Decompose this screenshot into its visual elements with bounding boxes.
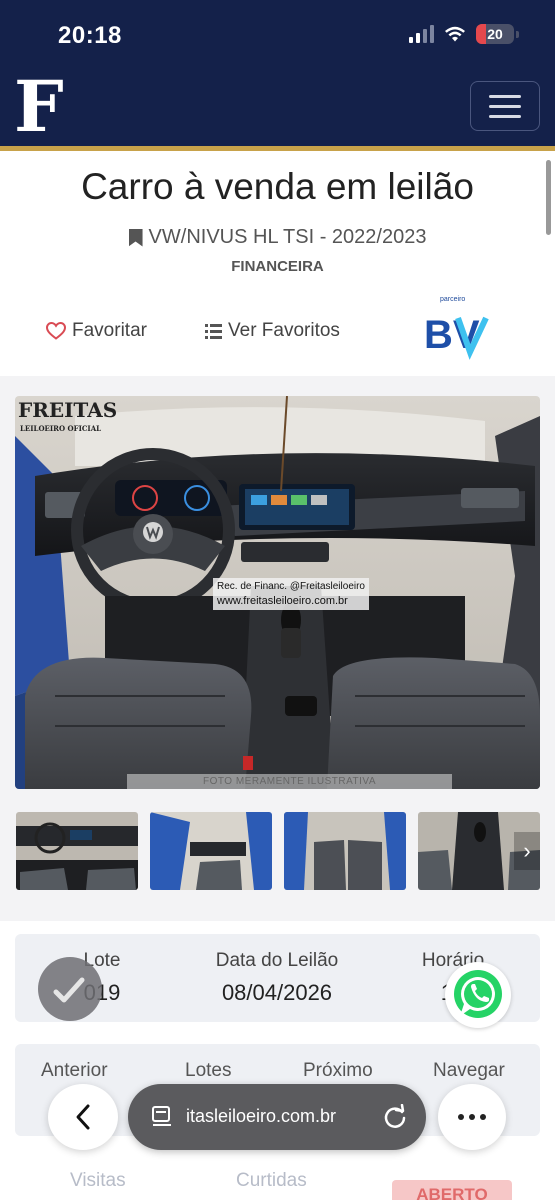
photo-caption-line2: www.freitasleiloeiro.com.br	[217, 595, 348, 607]
heart-icon	[46, 322, 66, 340]
lots-link[interactable]: Lotes	[185, 1060, 231, 1082]
thumbnail-2[interactable]	[150, 812, 272, 890]
photo-caption: Rec. de Financ. @Freitasleiloeiro www.fr…	[213, 578, 369, 610]
main-vehicle-photo[interactable]: FREITAS LEILOEIRO OFICIAL Rec. de Financ…	[15, 396, 540, 789]
view-favorites-link[interactable]: Ver Favoritos	[205, 320, 340, 342]
list-icon	[205, 323, 222, 339]
vehicle-name: VW/NIVUS HL TSI - 2022/2023	[148, 226, 427, 248]
browse-link[interactable]: Navegar	[433, 1060, 505, 1082]
previous-lot-link[interactable]: Anterior	[41, 1060, 108, 1082]
page-title: Carro à venda em leilão	[81, 166, 474, 207]
cellular-signal-icon	[409, 25, 434, 43]
illustrative-note: FOTO MERAMENTE ILUSTRATIVA	[127, 774, 452, 789]
watermark-name: FREITAS	[18, 398, 118, 422]
hamburger-menu-button[interactable]	[470, 81, 540, 131]
status-icons: 20	[409, 24, 519, 44]
chevron-left-icon	[76, 1104, 90, 1130]
site-header: 20:18 20 F	[0, 0, 555, 146]
partner-label: parceiro	[440, 296, 466, 303]
view-favorites-label: Ver Favoritos	[228, 320, 340, 341]
bv-logo-icon: BV	[424, 313, 489, 360]
more-dots-icon	[458, 1114, 464, 1120]
thumbnail-1[interactable]	[16, 812, 138, 890]
gallery-next-arrow-icon[interactable]: ›	[514, 832, 540, 870]
date-column: Data do Leilão 08/04/2026	[195, 950, 359, 1006]
favorite-label: Favoritar	[72, 320, 147, 341]
battery-level: 20	[487, 26, 503, 42]
double-check-icon	[53, 977, 85, 1003]
bookmark-icon	[128, 228, 143, 247]
auction-category: FINANCEIRA	[231, 258, 324, 275]
browser-more-button[interactable]	[438, 1084, 506, 1150]
whatsapp-button[interactable]	[445, 962, 511, 1028]
header-accent-line	[0, 146, 555, 151]
browser-address-bar[interactable]: itasleiloeiro.com.br	[128, 1084, 426, 1150]
browser-url: itasleiloeiro.com.br	[186, 1106, 337, 1126]
visits-label: Visitas	[70, 1170, 126, 1191]
date-value: 08/04/2026	[221, 980, 333, 1005]
page-menu-icon	[152, 1106, 171, 1126]
thumbnail-image	[16, 812, 138, 890]
whatsapp-icon	[454, 970, 502, 1018]
next-lot-link[interactable]: Próximo	[303, 1060, 373, 1082]
watermark-subtitle: LEILOEIRO OFICIAL	[20, 424, 102, 433]
status-time: 20:18	[58, 22, 122, 49]
likes-label: Curtidas	[236, 1170, 307, 1191]
reload-icon[interactable]	[382, 1104, 408, 1130]
battery-icon: 20	[476, 24, 514, 44]
photo-caption-line1: Rec. de Financ. @Freitasleiloeiro	[217, 581, 365, 592]
favorite-button[interactable]: Favoritar	[46, 320, 147, 342]
thumbnail-image	[284, 812, 406, 890]
vehicle-subtitle: VW/NIVUS HL TSI - 2022/2023	[0, 226, 555, 249]
status-badge: ABERTO	[392, 1180, 512, 1200]
wifi-icon	[445, 26, 465, 42]
thumbnail-3[interactable]	[284, 812, 406, 890]
date-label: Data do Leilão	[215, 950, 339, 971]
thumbnail-image	[150, 812, 272, 890]
partner-logo[interactable]: parceiro BV	[420, 296, 492, 360]
site-logo[interactable]: F	[14, 72, 64, 142]
accessibility-check-button[interactable]	[38, 957, 102, 1021]
browser-back-button[interactable]	[48, 1084, 118, 1150]
